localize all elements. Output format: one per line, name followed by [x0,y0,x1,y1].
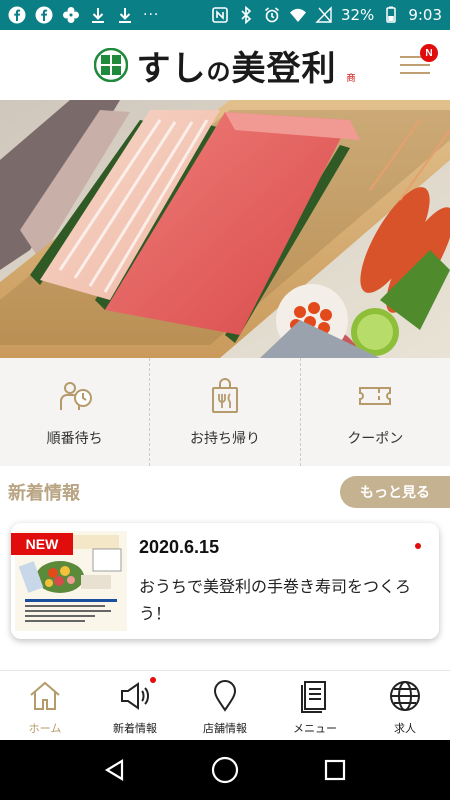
hero-banner[interactable] [0,100,450,358]
download-icon [89,6,107,24]
download-icon [116,6,134,24]
hamburger-menu-button[interactable]: N [400,44,438,80]
wifi-icon [289,6,307,24]
logo-text-main: すし [136,48,207,89]
tab-label: ホーム [28,722,62,735]
megaphone-icon [121,682,149,710]
tab-news[interactable]: 新着情報 [90,671,180,740]
nfc-icon [211,6,229,24]
tab-label: メニュー [293,722,337,735]
takeout-bag-icon [211,378,238,413]
brand-logo[interactable]: すしの美登利 商 [94,41,356,90]
queue-wait-icon [59,382,92,410]
back-triangle-icon [104,759,124,781]
coupon-ticket-icon [359,387,392,405]
logo-text: すしの美登利 [136,41,336,90]
more-notifications-icon: ··· [143,7,160,23]
takeout-button[interactable]: お持ち帰り [150,358,301,466]
tab-store-info[interactable]: 店舗情報 [180,671,270,740]
pinwheel-icon [62,6,80,24]
queue-wait-button[interactable]: 順番待ち [0,358,151,466]
bottom-tab-bar: ホーム 新着情報 店舗情報 メニュー 求人 [0,670,450,740]
logo-text-small: の [206,56,232,86]
new-badge: N [420,44,438,62]
tab-menu[interactable]: メニュー [270,671,360,740]
globe-icon [390,681,420,711]
app-header: すしの美登利 商 N [0,30,450,100]
menu-book-icon [301,681,326,713]
tab-unread-dot [150,677,156,683]
quick-label: 順番待ち [46,431,103,447]
recents-button[interactable] [320,755,350,785]
battery-icon [382,6,400,24]
tab-jobs[interactable]: 求人 [360,671,450,740]
news-section-header: 新着情報 もっと見る [0,476,450,508]
coupon-button[interactable]: クーポン [301,358,450,466]
tab-label: 新着情報 [113,722,157,735]
logo-cross-icon [94,48,129,82]
news-date: 2020.6.15 [139,537,220,557]
tab-home[interactable]: ホーム [0,671,90,740]
news-section-title: 新着情報 [8,483,80,504]
home-icon [30,681,60,710]
see-more-button[interactable]: もっと見る [340,476,450,508]
unread-dot [415,543,421,549]
logo-reg-mark: 商 [346,73,356,84]
tab-label: 店舗情報 [203,722,247,735]
battery-percent: 32% [340,6,375,24]
facebook-icon [8,6,26,24]
news-card[interactable]: NEW 2020.6.15 おうちで美登利の手巻き寿司をつくろう！ [11,523,439,639]
home-circle-icon [211,756,239,784]
logo-text-tail: 美登利 [231,48,337,89]
no-signal-icon [315,6,333,24]
tab-label: 求人 [394,722,416,735]
alarm-icon [263,6,281,24]
new-badge: NEW [11,533,73,555]
recents-square-icon [324,759,346,781]
news-headline: おうちで美登利の手巻き寿司をつくろう！ [139,577,412,623]
sushi-platter-image [0,100,450,358]
facebook-icon [35,6,53,24]
clock: 9:03 [408,6,442,24]
status-bar: ··· 32% 9:03 [0,0,450,30]
menu-line [400,72,430,74]
quick-actions: 順番待ち お持ち帰り クーポン [0,358,450,466]
quick-label: クーポン [347,431,404,447]
system-nav-bar [0,740,450,800]
map-pin-icon [213,680,237,712]
back-button[interactable] [100,755,130,785]
bluetooth-icon [237,6,255,24]
home-nav-button[interactable] [210,755,240,785]
menu-line [400,64,430,66]
quick-label: お持ち帰り [189,431,260,447]
